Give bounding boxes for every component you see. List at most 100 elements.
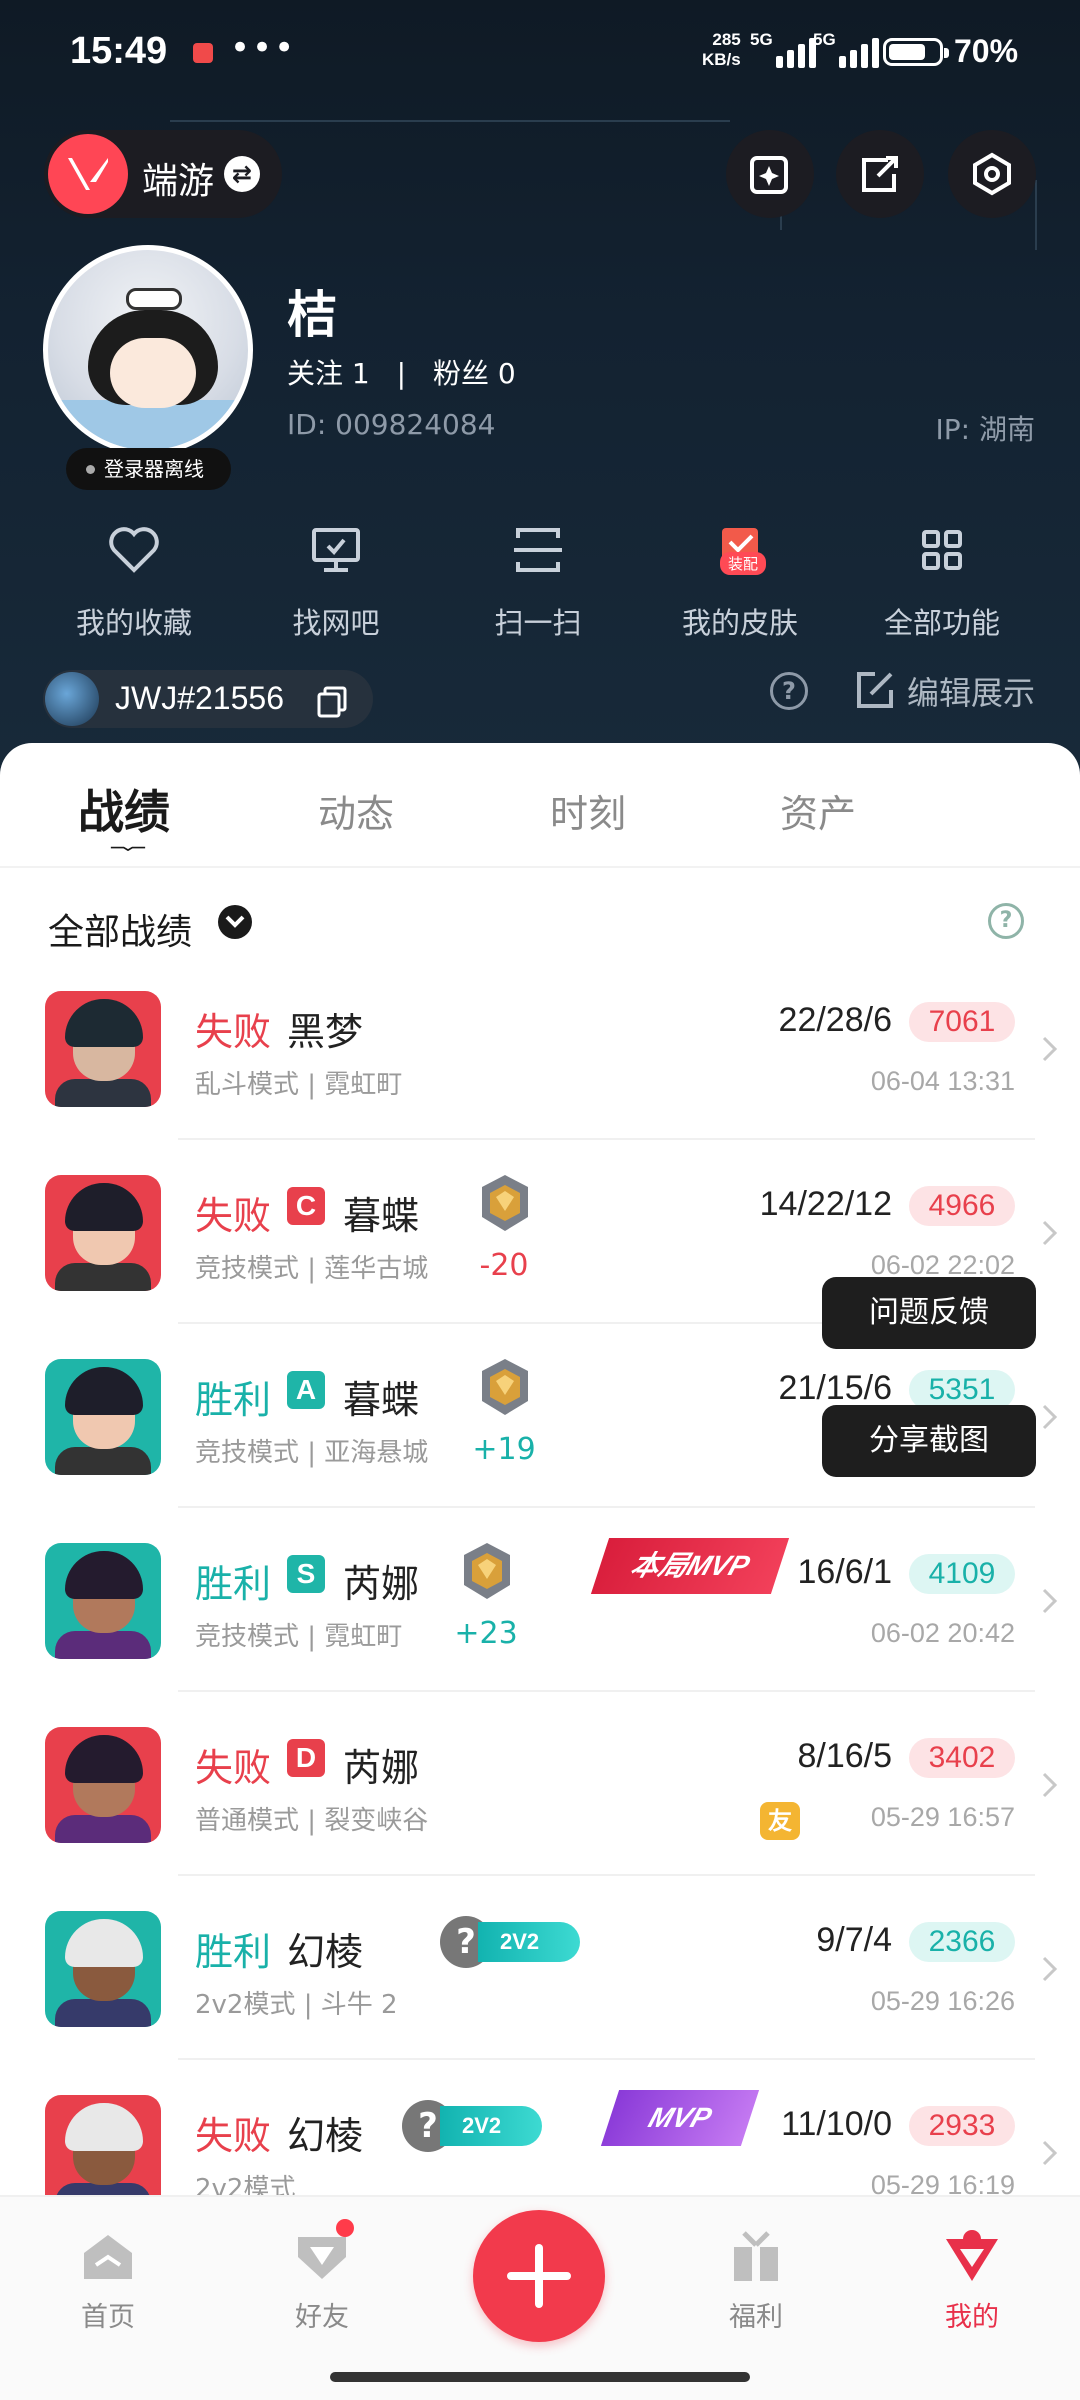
kda: 16/6/1 <box>797 1553 892 1591</box>
match-result: 失败 <box>195 1194 272 1238</box>
kda: 21/15/6 <box>778 1369 892 1407</box>
duo-tag[interactable]: ? 2V2 <box>402 2100 542 2156</box>
home-icon <box>84 2235 132 2279</box>
quick-scan[interactable]: 扫一扫 <box>438 520 638 642</box>
riot-id: JWJ#21556 <box>115 680 284 716</box>
signal-icon: 5G <box>813 30 893 70</box>
kda: 11/10/0 <box>781 2105 892 2143</box>
match-result: 胜利 <box>195 1378 272 1422</box>
match-rating-badge: A <box>287 1371 325 1409</box>
rank-icon <box>482 1175 528 1231</box>
notification-app-icon <box>193 43 213 63</box>
avatar[interactable] <box>43 245 253 455</box>
agent-portrait <box>45 1727 161 1843</box>
me-icon <box>946 2230 998 2281</box>
chevron-right-icon <box>1042 1404 1058 1430</box>
swap-icon: ⇄ <box>224 156 260 192</box>
edit-icon <box>857 672 893 708</box>
equip-tag: 装配 <box>720 552 767 575</box>
share-icon <box>862 156 898 192</box>
match-row[interactable]: 失败 幻棱 2v2模式? 2V2 MVP 11/10/0 2933 05-29 16:19 <box>0 2060 1080 2200</box>
quick-internet-cafe[interactable]: 找网吧 <box>236 520 436 642</box>
nav-me[interactable]: 我的 <box>912 2227 1032 2334</box>
record-help-icon[interactable]: ? <box>988 903 1024 939</box>
chevron-right-icon <box>1042 2140 1058 2166</box>
nav-friends[interactable]: 好友 <box>262 2219 382 2334</box>
share-button[interactable] <box>836 130 924 218</box>
agent-portrait <box>45 1175 161 1291</box>
agent-name: 幻棱 <box>287 1930 364 1974</box>
match-mode-map: 乱斗模式 | 霓虹町 <box>195 1070 403 1100</box>
match-mode-map: 竞技模式 | 亚海悬城 <box>195 1438 429 1468</box>
feedback-menu-item[interactable]: 问题反馈 <box>822 1277 1036 1349</box>
agent-portrait <box>45 2095 161 2200</box>
match-mode-map: 竞技模式 | 莲华古城 <box>195 1254 429 1284</box>
match-rating-badge: D <box>287 1739 325 1777</box>
riot-avatar <box>45 672 99 726</box>
match-rating-badge: S <box>287 1555 325 1593</box>
chevron-right-icon <box>1042 1588 1058 1614</box>
help-icon[interactable]: ? <box>770 672 808 710</box>
match-rating-badge: C <box>287 1187 325 1225</box>
quick-favorites[interactable]: 我的收藏 <box>34 520 234 642</box>
nav-home[interactable]: 首页 <box>48 2227 168 2334</box>
agent-portrait <box>45 1543 161 1659</box>
follow-stats[interactable]: 关注 1 | 粉丝 0 <box>287 352 516 392</box>
chevron-right-icon <box>1042 1772 1058 1798</box>
match-score: 7061 <box>909 1002 1015 1042</box>
scan-icon <box>514 528 562 572</box>
match-mode-map: 竞技模式 | 霓虹町 <box>195 1622 403 1652</box>
match-row[interactable]: 失败 黑梦 乱斗模式 | 霓虹町 22/28/6 7061 06-04 13:31 <box>0 956 1080 1140</box>
filter-label[interactable]: 全部战绩 <box>48 903 192 955</box>
tab-bar: 战绩 动态 时刻 资产 <box>0 743 1080 868</box>
match-score: 5351 <box>909 1370 1015 1410</box>
nav-benefits[interactable]: 福利 <box>696 2227 816 2334</box>
quick-skins[interactable]: 装配 我的皮肤 <box>640 520 840 642</box>
match-result: 失败 <box>195 2114 272 2158</box>
mvp-badge: MVP <box>600 2090 760 2146</box>
settings-hex-icon <box>973 152 1011 196</box>
gesture-home-bar[interactable] <box>330 2372 750 2382</box>
settings-button[interactable] <box>948 130 1036 218</box>
match-result: 失败 <box>195 1010 272 1054</box>
grid-icon <box>922 530 962 570</box>
tab-record[interactable]: 战绩 <box>78 776 170 842</box>
match-row[interactable]: 胜利 幻棱 2v2模式 | 斗牛 2 ? 2V2 9/7/4 2366 05-29 16:26 <box>0 1876 1080 2060</box>
chevron-right-icon <box>1042 1220 1058 1246</box>
match-mode-map: 2v2模式 | 斗牛 2 <box>195 1990 398 2020</box>
agent-name: 暮蝶 <box>343 1194 420 1238</box>
fans-count: 粉丝 0 <box>432 357 516 390</box>
match-date: 06-04 13:31 <box>870 1066 1015 1096</box>
online-status-badge: 登录器离线 <box>66 448 231 490</box>
friend-tag: 友 <box>760 1802 800 1840</box>
valorant-logo-icon <box>48 134 128 214</box>
match-row[interactable]: 胜利 S 芮娜 竞技模式 | 霓虹町 +23 本局MVP 16/6/1 4109 06-02 2… <box>0 1508 1080 1692</box>
game-switch-button[interactable]: 端游 ⇄ <box>44 130 282 218</box>
add-post-button[interactable] <box>473 2210 605 2342</box>
riot-id-pill[interactable]: JWJ#21556 <box>43 670 373 728</box>
sparkle-edit-icon <box>750 156 788 194</box>
rank-rating-change: +23 <box>454 1616 518 1651</box>
content-panel: 战绩 动态 时刻 资产 全部战绩 ? 失败 黑梦 乱斗模式 | 霓虹町 22/28/6… <box>0 743 1080 2200</box>
user-id: ID: 009824084 <box>287 408 496 441</box>
rank-icon <box>464 1543 510 1599</box>
match-result: 失败 <box>195 1746 272 1790</box>
ai-edit-button[interactable] <box>726 130 814 218</box>
match-row[interactable]: 失败 D 芮娜 普通模式 | 裂变峡谷 8/16/5 3402 友 05-29 16:57 <box>0 1692 1080 1876</box>
agent-portrait <box>45 1359 161 1475</box>
match-score: 2366 <box>909 1922 1015 1962</box>
tab-feed[interactable]: 动态 <box>318 783 394 838</box>
edit-display-button[interactable]: 编辑展示 <box>855 668 1035 714</box>
share-screenshot-menu-item[interactable]: 分享截图 <box>822 1405 1036 1477</box>
notification-dot <box>336 2219 354 2237</box>
mvp-badge: 本局MVP <box>590 1538 790 1594</box>
tab-assets[interactable]: 资产 <box>780 783 856 838</box>
match-score: 4109 <box>909 1554 1015 1594</box>
agent-name: 黑梦 <box>287 1010 364 1054</box>
duo-tag[interactable]: ? 2V2 <box>440 1916 580 1972</box>
copy-icon[interactable] <box>315 684 349 718</box>
chevron-down-icon[interactable] <box>218 905 252 939</box>
game-name: 端游 <box>142 161 215 202</box>
quick-all-functions[interactable]: 全部功能 <box>842 520 1042 642</box>
tab-moments[interactable]: 时刻 <box>550 783 626 838</box>
